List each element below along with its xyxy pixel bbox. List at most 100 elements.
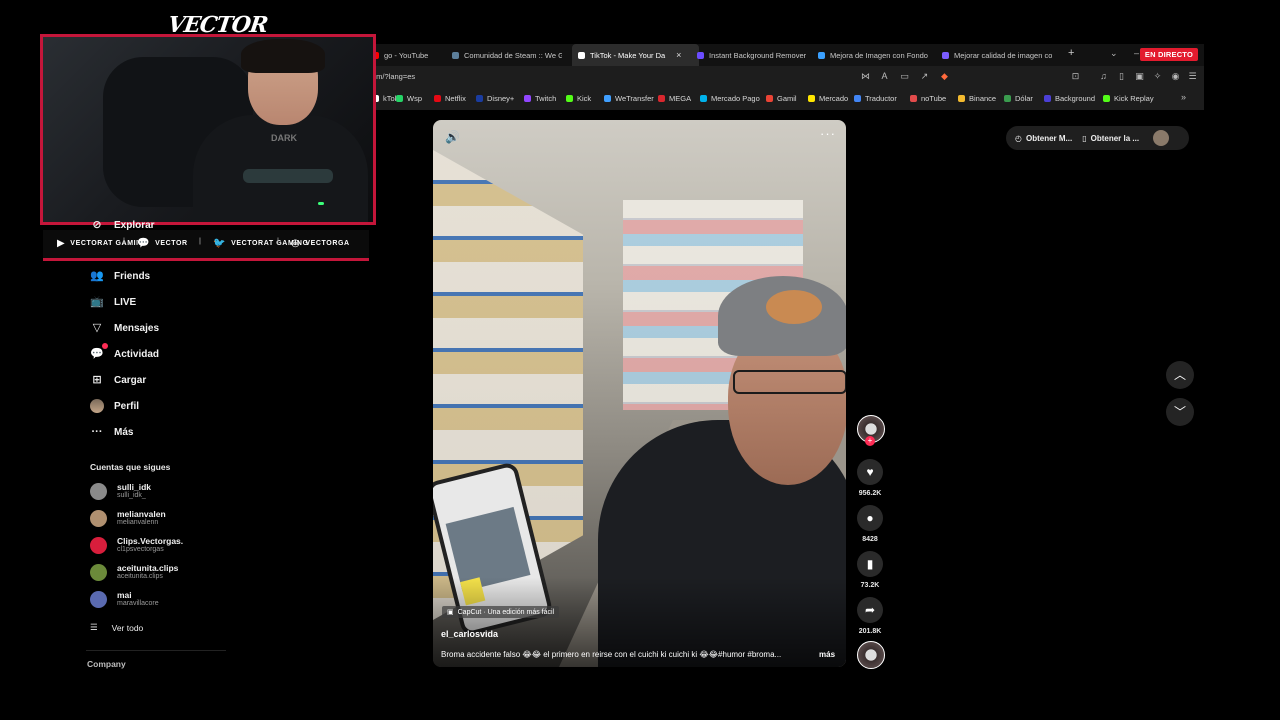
capcut-label: CapCut · Una edición más fácil <box>457 608 555 616</box>
bookmark-favicon-icon <box>396 95 403 102</box>
browser-tab-bar: + ⌄ – EN DIRECTO go - YouTube Comunidad d… <box>372 44 1204 66</box>
account-handle: melianvalenn <box>117 519 159 526</box>
stream-social-item: 💬 VECTOR <box>137 238 188 249</box>
comment-count: 8428 <box>862 536 878 543</box>
bookmark-item[interactable]: Traductor <box>854 94 897 103</box>
browser-tab[interactable]: Instant Background Remover <box>697 44 809 66</box>
bookmark-label: Mercado <box>819 94 849 103</box>
mute-site-icon[interactable]: ⋈ <box>860 71 871 82</box>
company-link[interactable]: Company <box>87 659 126 669</box>
sidebar-item-ms[interactable]: ··· Más <box>90 425 134 439</box>
extensions-icon[interactable]: ✧ <box>1152 71 1163 82</box>
followed-account[interactable]: sulli_idk sulli_idk_ <box>90 482 151 500</box>
vpn-icon[interactable]: ◉ <box>1170 71 1181 82</box>
wallet-icon[interactable]: ▣ <box>1134 71 1145 82</box>
account-handle: maravillacore <box>117 600 159 607</box>
get-mobile-app-button[interactable]: ▯ Obtener la ... <box>1082 134 1139 143</box>
bookmark-item[interactable]: Background <box>1044 94 1095 103</box>
stream-social-item: ▶ VECTORAT GAMING <box>57 238 148 249</box>
browser-tab[interactable]: TikTok - Make Your Da × <box>572 44 699 66</box>
sidebar-item-cargar[interactable]: ⊞ Cargar <box>90 373 146 387</box>
live-icon: 📺 <box>90 296 104 308</box>
user-avatar[interactable] <box>1153 130 1170 146</box>
sidebar-item-actividad[interactable]: 💬 Actividad <box>90 343 159 361</box>
bookmark-item[interactable]: MEGA <box>658 94 691 103</box>
share-count: 201.8K <box>858 628 882 635</box>
brave-shield-icon[interactable]: ◆ <box>939 71 950 82</box>
sidebar-item-label: Cargar <box>114 374 147 386</box>
see-all-link[interactable]: ☰ Ver todo <box>90 622 143 633</box>
microphone <box>243 169 333 183</box>
video-more-icon[interactable]: ··· <box>820 126 836 141</box>
bookmark-item[interactable]: Mercado <box>808 94 848 103</box>
sidebar-item-label: Perfil <box>114 400 140 412</box>
bookmark-item[interactable]: Twitch <box>524 94 556 103</box>
bookmark-item[interactable]: Binance <box>958 94 996 103</box>
follow-plus-icon[interactable]: + <box>865 436 875 446</box>
translate-icon[interactable]: A <box>879 71 890 82</box>
video-player[interactable]: 🔊 ··· ▣ CapCut · Una edición más fácil e… <box>433 120 846 667</box>
capcut-tag[interactable]: ▣ CapCut · Una edición más fácil <box>442 606 560 618</box>
social-separator: | <box>277 238 280 245</box>
new-tab-button[interactable]: + <box>1068 47 1074 59</box>
browser-tab[interactable]: Mejorar calidad de imagen co <box>942 44 1052 66</box>
avatar <box>90 482 107 500</box>
share-icon[interactable]: ↗ <box>919 71 930 82</box>
cast-icon[interactable]: ▭ <box>899 71 910 82</box>
sidebar-item-perfil[interactable]: Perfil <box>90 399 139 413</box>
live-badge: EN DIRECTO <box>1139 48 1198 61</box>
more-bookmarks-icon[interactable]: » <box>1178 92 1189 103</box>
tab-favicon-icon <box>818 51 825 59</box>
tab-list-chevron-icon[interactable]: ⌄ <box>1110 48 1118 59</box>
bookmark-item[interactable]: WeTransfer <box>604 94 654 103</box>
minimize-icon[interactable]: – <box>1134 48 1139 58</box>
browser-tab[interactable]: go - YouTube <box>372 44 442 66</box>
description-more-link[interactable]: más <box>819 650 835 659</box>
account-name: melianvalen <box>117 509 166 519</box>
bookmark-item[interactable]: Kick <box>566 94 591 103</box>
followed-account[interactable]: aceitunita.clips aceitunita.clips <box>90 563 178 581</box>
bookmark-favicon-icon <box>476 95 483 102</box>
like-button[interactable]: ♥ <box>857 459 883 485</box>
share-button[interactable]: ➦ <box>857 597 883 623</box>
bookmark-item[interactable]: Kick Replay <box>1103 94 1154 103</box>
followed-account[interactable]: melianvalen melianvalenn <box>90 509 166 527</box>
twitter-icon: 🐦 <box>213 238 227 249</box>
bookmark-label: Gamil <box>777 94 797 103</box>
tab-favicon-icon <box>697 51 704 59</box>
menu-icon[interactable]: ☰ <box>1187 71 1198 82</box>
bookmark-item[interactable]: Netflix <box>434 94 466 103</box>
phone-icon: ▯ <box>1082 133 1087 143</box>
comment-button[interactable]: ● <box>857 505 883 531</box>
stream-social-item: ◎ VECTORGA <box>291 238 350 249</box>
sidebar-item-label: Explorar <box>114 219 155 231</box>
music-icon[interactable]: ♫ <box>1098 71 1109 82</box>
followed-account[interactable]: mai maravillacore <box>90 590 159 608</box>
bookmark-item[interactable]: Gamil <box>766 94 797 103</box>
followed-account[interactable]: Clips.Vectorgas. cl1psvectorgas <box>90 536 183 554</box>
next-video-button[interactable]: ﹀ <box>1166 398 1194 426</box>
save-button[interactable]: ▮ <box>857 551 883 577</box>
bookmark-item[interactable]: Disney+ <box>476 94 514 103</box>
sidebar-item-live[interactable]: 📺 LIVE <box>90 295 136 309</box>
bookmark-item[interactable]: noTube <box>910 94 946 103</box>
previous-video-button[interactable]: ︿ <box>1166 361 1194 389</box>
bookmark-item[interactable]: Dólar <box>1004 94 1033 103</box>
messages-icon: ▽ <box>92 322 102 334</box>
bookmark-item[interactable]: Wsp <box>396 94 422 103</box>
screenshot-icon[interactable]: ⊡ <box>1070 71 1081 82</box>
bookmark-item[interactable]: Mercado Pago <box>700 94 760 103</box>
sidebar-toggle-icon[interactable]: ▯ <box>1116 71 1127 82</box>
close-tab-icon[interactable]: × <box>676 50 681 60</box>
url-input[interactable]: om/?lang=es <box>372 72 415 81</box>
video-username[interactable]: el_carlosvida <box>441 629 498 639</box>
sound-disc[interactable] <box>857 641 885 669</box>
bookmark-favicon-icon <box>700 95 707 102</box>
sidebar-item-mensajes[interactable]: ▽ Mensajes <box>90 321 159 335</box>
volume-icon[interactable]: 🔊 <box>445 130 460 144</box>
browser-tab[interactable]: Mejora de Imagen con Fondo <box>818 44 933 66</box>
get-app-button[interactable]: ◴ Obtener M... <box>1015 134 1072 143</box>
browser-tab[interactable]: Comunidad de Steam :: We G <box>452 44 562 66</box>
bookmark-favicon-icon <box>434 95 441 102</box>
sidebar-item-friends[interactable]: 👥 Friends <box>90 269 150 283</box>
